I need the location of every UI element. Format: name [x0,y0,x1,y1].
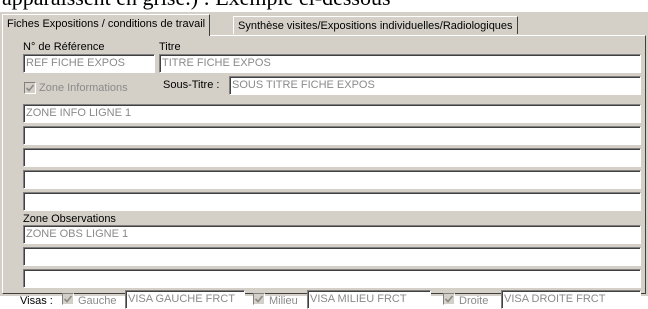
zone-info-line-1[interactable]: ZONE INFO LIGNE 1 [23,104,641,123]
tab-synthese-visites[interactable]: Synthèse visites/Expositions individuell… [233,16,518,34]
sous-titre-label: Sous-Titre : [163,79,220,91]
zone-obs-line-1[interactable]: ZONE OBS LIGNE 1 [23,225,641,244]
check-icon [255,295,263,303]
check-icon [26,84,34,92]
zone-obs-line-3[interactable] [23,269,641,288]
visa-gauche-checkbox[interactable] [62,293,74,305]
check-icon [445,295,453,303]
zone-obs-label: Zone Observations [23,213,116,225]
visa-droite-field[interactable]: VISA DROITE FRCT [501,290,641,309]
visa-milieu-field[interactable]: VISA MILIEU FRCT [307,290,431,309]
document-text: apparaissent en grise.) : Exemple ci-des… [2,0,391,10]
visa-droite-checkbox[interactable] [443,293,455,305]
titre-label: Titre [159,41,181,53]
zone-obs-line-2[interactable] [23,247,641,266]
visa-gauche-label: Gauche [78,295,117,307]
tab-panel: N° de Référence REF FICHE EXPOS Titre TI… [2,35,646,309]
zone-info-checkbox-label: Zone Informations [39,82,128,94]
dialog-window: Fiches Expositions / conditions de trava… [0,12,648,309]
zone-info-checkbox[interactable] [24,82,36,94]
tab-fiches-expositions[interactable]: Fiches Expositions / conditions de trava… [2,14,211,36]
visa-milieu-label: Milieu [269,295,298,307]
ref-field[interactable]: REF FICHE EXPOS [23,54,155,73]
titre-field[interactable]: TITRE FICHE EXPOS [159,54,641,73]
ref-label: N° de Référence [23,41,105,53]
visa-gauche-field[interactable]: VISA GAUCHE FRCT [125,290,245,309]
check-icon [64,295,72,303]
sous-titre-field[interactable]: SOUS TITRE FICHE EXPOS [229,76,641,95]
zone-info-line-4[interactable] [23,170,641,189]
visa-milieu-checkbox[interactable] [253,293,265,305]
visa-droite-label: Droite [459,295,489,307]
visas-label: Visas : [20,295,53,307]
zone-info-line-3[interactable] [23,148,641,167]
zone-info-line-2[interactable] [23,126,641,145]
zone-info-line-5[interactable] [23,192,641,211]
